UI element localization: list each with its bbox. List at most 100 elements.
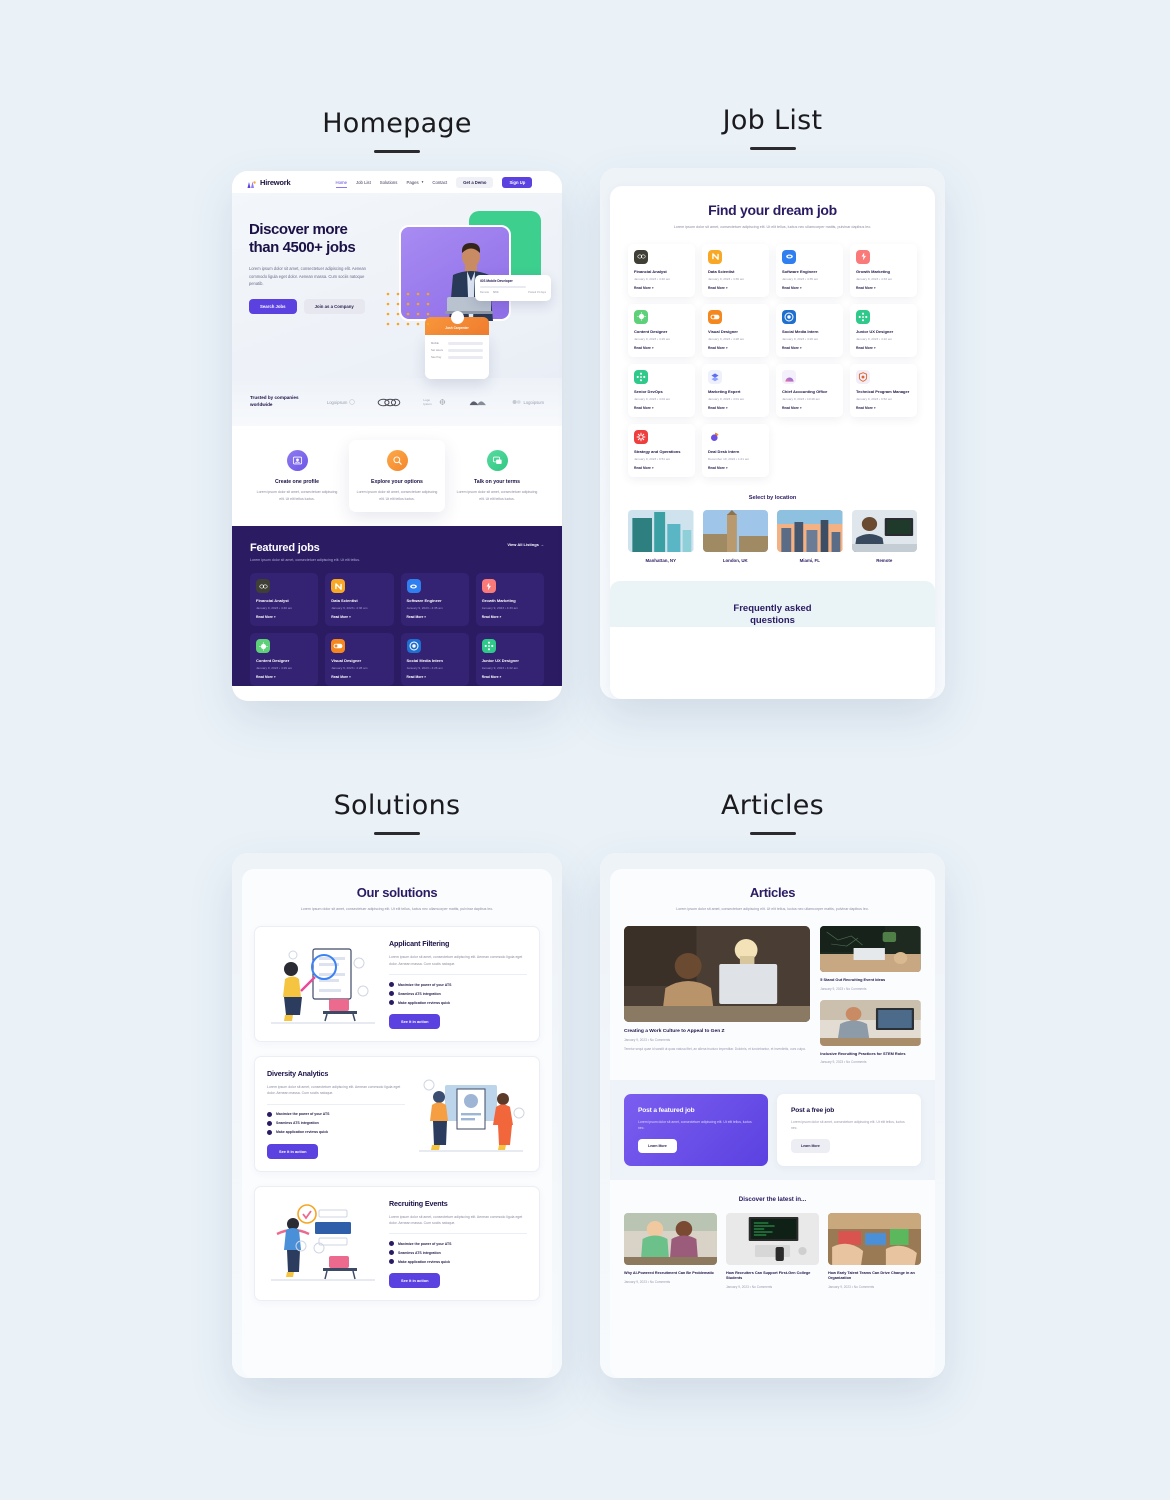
nav-item-contact[interactable]: Contact bbox=[432, 180, 447, 185]
job-card[interactable]: Software Engineer January 9, 2023 • 4:35 … bbox=[400, 573, 469, 627]
job-card[interactable]: Social Media Intern January 9, 2023 • 4:2… bbox=[400, 633, 469, 687]
job-card[interactable]: Senior DevOps January 9, 2023 • 4:04 am Re… bbox=[628, 364, 695, 418]
view-all-listings-link[interactable]: View All Listings → bbox=[507, 542, 544, 547]
discover-article[interactable]: How Early Talent Teams Can Drive Change … bbox=[828, 1212, 921, 1289]
side-article[interactable]: Inclusive Recruiting Practices for STEM … bbox=[820, 999, 921, 1064]
job-card[interactable]: Software Engineer January 9, 2023 • 4:35 … bbox=[776, 243, 843, 297]
articles-heading: Articles bbox=[749, 885, 796, 900]
celebrating-woman-illustration bbox=[267, 1200, 379, 1286]
logo[interactable]: Hirework bbox=[246, 177, 291, 188]
n-mark-icon bbox=[331, 579, 346, 593]
job-card[interactable]: Visual Designer January 9, 2023 • 4:28 am… bbox=[702, 303, 769, 358]
partner-logo-4 bbox=[468, 397, 490, 407]
solution-card[interactable]: Recruiting Events Lorem ipsum dolor sit a… bbox=[254, 1185, 540, 1302]
read-more-link[interactable]: Read More » bbox=[634, 346, 689, 350]
job-card[interactable]: Content Designer January 9, 2023 • 4:29 a… bbox=[250, 633, 319, 687]
read-more-link[interactable]: Read More » bbox=[856, 286, 911, 290]
promo-text: Lorem ipsum dolor sit amet, consectetuer… bbox=[791, 1119, 905, 1130]
job-card[interactable]: Data Scientist January 9, 2023 • 4:36 am R… bbox=[702, 243, 769, 297]
get-a-demo-button[interactable]: Get a Demo bbox=[456, 176, 494, 188]
nav-item-home[interactable]: Home bbox=[335, 180, 348, 188]
job-card[interactable]: Deal Desk Intern December 19, 2022 • 1:21… bbox=[702, 424, 769, 478]
job-date: January 9, 2023 • 4:29 am bbox=[256, 666, 293, 671]
learn-more-button[interactable]: Learn More bbox=[638, 1138, 677, 1153]
read-more-link[interactable]: Read More » bbox=[482, 675, 538, 679]
bolt-icon bbox=[481, 579, 496, 593]
job-title: Chief Accounting Office bbox=[782, 389, 828, 395]
read-more-link[interactable]: Read More » bbox=[856, 406, 911, 410]
see-it-in-action-button[interactable]: See it in action bbox=[389, 1273, 441, 1289]
solution-card[interactable]: Applicant Filtering Lorem ipsum dolor sit… bbox=[254, 926, 540, 1043]
location-card[interactable]: Manhattan, NY bbox=[628, 510, 694, 563]
feature-card-create-profile[interactable]: Create one profile Lorem ipsum dolor sit… bbox=[249, 440, 345, 511]
location-card[interactable]: Miami, FL bbox=[777, 510, 843, 563]
read-more-link[interactable]: Read More » bbox=[782, 406, 837, 410]
job-card[interactable]: Visual Designer January 9, 2023 • 4:28 am… bbox=[325, 633, 394, 687]
job-card[interactable]: Strategy and Operations January 9, 2023 •… bbox=[628, 424, 695, 478]
search-jobs-button[interactable]: Search Jobs bbox=[249, 298, 297, 314]
job-card[interactable]: Financial Analyst January 9, 2023 • 4:40 … bbox=[628, 243, 695, 297]
read-more-link[interactable]: Read More » bbox=[331, 675, 387, 679]
location-card[interactable]: Remote bbox=[851, 510, 917, 563]
check-icon bbox=[389, 1259, 394, 1265]
read-more-link[interactable]: Read More » bbox=[482, 615, 538, 619]
joblist-subtext: Lorem ipsum dolor sit amet, consectetuer… bbox=[673, 225, 872, 229]
read-more-link[interactable]: Read More » bbox=[708, 406, 763, 410]
sign-up-button[interactable]: Sign Up bbox=[502, 176, 533, 188]
job-card[interactable]: Junior UX Designer January 9, 2023 • 4:22… bbox=[850, 303, 917, 358]
chevron-down-icon: ▾ bbox=[421, 180, 424, 184]
read-more-link[interactable]: Read More » bbox=[407, 615, 463, 619]
remote-worker-photo bbox=[851, 510, 917, 553]
read-more-link[interactable]: Read More » bbox=[782, 286, 837, 290]
side-article[interactable]: 5 Stand Out Recruiting Event Ideas Januar… bbox=[820, 926, 921, 991]
read-more-link[interactable]: Read More » bbox=[708, 466, 763, 470]
solution-card[interactable]: Diversity Analytics Lorem ipsum dolor sit… bbox=[254, 1056, 540, 1172]
discover-heading: Discover the latest in... bbox=[738, 1195, 807, 1203]
read-more-link[interactable]: Read More » bbox=[634, 406, 689, 410]
feature-title: Explore your options bbox=[371, 479, 423, 486]
woman-with-magnifier-illustration bbox=[267, 941, 379, 1027]
joblist-heading: Find your dream job bbox=[708, 202, 837, 218]
read-more-link[interactable]: Read More » bbox=[782, 346, 837, 350]
see-it-in-action-button[interactable]: See it in action bbox=[267, 1143, 319, 1159]
job-card[interactable]: Content Designer January 9, 2023 • 4:29 a… bbox=[628, 303, 695, 358]
arch-icon bbox=[782, 370, 796, 385]
read-more-link[interactable]: Read More » bbox=[256, 675, 312, 679]
job-card[interactable]: Growth Marketing January 9, 2023 • 4:33 a… bbox=[850, 243, 917, 297]
side-articles: 5 Stand Out Recruiting Event Ideas Januar… bbox=[820, 926, 921, 1064]
read-more-link[interactable]: Read More » bbox=[634, 286, 689, 290]
promo-card-featured[interactable]: Post a featured job Lorem ipsum dolor sit… bbox=[624, 1093, 768, 1166]
read-more-link[interactable]: Read More » bbox=[708, 346, 763, 350]
join-as-company-button[interactable]: Join as a Company bbox=[303, 298, 365, 314]
job-card[interactable]: Data Scientist January 9, 2023 • 4:36 am R… bbox=[325, 573, 394, 627]
see-it-in-action-button[interactable]: See it in action bbox=[389, 1014, 441, 1030]
read-more-link[interactable]: Read More » bbox=[256, 615, 312, 619]
read-more-link[interactable]: Read More » bbox=[331, 615, 387, 619]
joblist-grid: Financial Analyst January 9, 2023 • 4:40 … bbox=[628, 243, 917, 478]
discover-article[interactable]: How Recruiters Can Support First-Gen Col… bbox=[726, 1212, 819, 1289]
read-more-link[interactable]: Read More » bbox=[708, 286, 763, 290]
job-card[interactable]: Chief Accounting Office January 9, 2023 •… bbox=[776, 364, 843, 418]
nav-item-pages[interactable]: Pages bbox=[406, 180, 418, 185]
job-card[interactable]: Social Media Intern January 9, 2023 • 4:2… bbox=[776, 303, 843, 358]
location-card[interactable]: London, UK bbox=[702, 510, 768, 563]
feature-card-talk-terms[interactable]: Talk on your terms Lorem ipsum dolor sit… bbox=[449, 440, 545, 511]
discover-article[interactable]: Why AI-Powered Recruitment Can Be Proble… bbox=[624, 1212, 717, 1289]
job-card[interactable]: Junior UX Designer January 9, 2023 • 4:22… bbox=[475, 633, 544, 687]
learn-more-button[interactable]: Learn More bbox=[791, 1138, 830, 1153]
nav-item-solutions[interactable]: Solutions bbox=[380, 180, 398, 185]
job-card[interactable]: Financial Analyst January 9, 2023 • 4:40 … bbox=[250, 573, 319, 627]
read-more-link[interactable]: Read More » bbox=[634, 466, 689, 470]
job-card[interactable]: Marketing Expert January 9, 2023 • 4:01 a… bbox=[702, 364, 769, 418]
promo-card-free[interactable]: Post a free job Lorem ipsum dolor sit ame… bbox=[777, 1093, 921, 1166]
hero-card-title: iOS Mobile Developer bbox=[480, 279, 513, 283]
pie-icon bbox=[708, 430, 722, 445]
read-more-link[interactable]: Read More » bbox=[407, 675, 463, 679]
job-card[interactable]: Technical Program Manager January 9, 2023… bbox=[850, 364, 917, 418]
nav-item-job-list[interactable]: Job List bbox=[356, 180, 371, 185]
article-meta: January 9, 2023 • No Comments bbox=[726, 1284, 773, 1289]
feature-card-explore-options[interactable]: Explore your options Lorem ipsum dolor s… bbox=[349, 440, 445, 512]
job-card[interactable]: Growth Marketing January 9, 2023 • 4:33 a… bbox=[475, 573, 544, 627]
read-more-link[interactable]: Read More » bbox=[856, 346, 911, 350]
featured-article[interactable]: Creating a Work Culture to Appeal to Gen… bbox=[624, 926, 811, 1063]
